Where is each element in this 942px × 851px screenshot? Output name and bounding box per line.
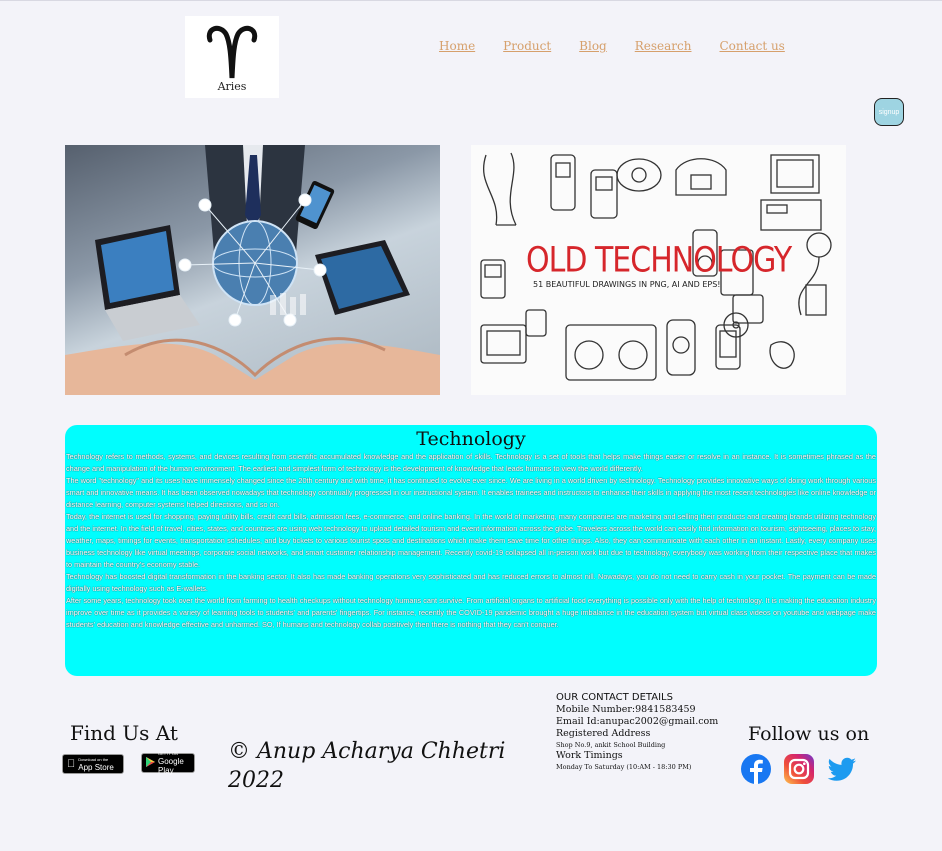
contact-details: OUR CONTACT DETAILS Mobile Number:984158…: [556, 692, 718, 772]
technology-heading: Technology: [416, 428, 526, 450]
contact-timings: Monday To Saturday (10:AM - 18:30 PM): [556, 763, 692, 771]
technology-paragraph: Technology refers to methods, systems, a…: [66, 452, 876, 473]
instagram-icon[interactable]: [783, 753, 815, 785]
contact-heading: OUR CONTACT DETAILS: [556, 692, 673, 703]
nav-research[interactable]: Research: [635, 39, 692, 53]
nav-product[interactable]: Product: [503, 39, 551, 53]
technology-paragraph: Today, the internet is used for shopping…: [66, 512, 876, 569]
google-play-icon: [146, 756, 155, 770]
app-store-big: App Store: [70, 762, 114, 772]
signup-button[interactable]: signup: [874, 98, 904, 126]
copyright-text: © Anup Acharya Chhetri 2022: [228, 739, 506, 793]
find-us-heading: Find Us At: [70, 721, 178, 745]
technology-hands-image: [65, 145, 440, 395]
logo-text: Aries: [217, 80, 247, 93]
old-technology-title: OLD TECHNOLOGY: [526, 240, 792, 281]
contact-address-label: Registered Address: [556, 728, 651, 739]
contact-timings-label: Work Timings: [556, 750, 623, 761]
old-technology-subtitle: 51 BEAUTIFUL DRAWINGS IN PNG, AI AND EPS…: [533, 280, 721, 289]
technology-section: Technology Technology refers to methods,…: [65, 425, 877, 676]
technology-paragraph: After some years, technology took over t…: [66, 596, 876, 629]
twitter-icon[interactable]: [826, 753, 858, 785]
app-store-badge[interactable]:  Download on the App Store: [62, 754, 124, 774]
main-nav: Home Product Blog Research Contact us: [439, 39, 813, 53]
nav-blog[interactable]: Blog: [579, 39, 607, 53]
nav-contact-us[interactable]: Contact us: [719, 39, 784, 53]
nav-home[interactable]: Home: [439, 39, 475, 53]
aries-symbol-icon: [206, 25, 258, 79]
logo[interactable]: Aries: [185, 16, 279, 98]
apple-icon: : [67, 758, 75, 770]
technology-paragraph: Technology has boosted digital transform…: [66, 572, 876, 593]
google-play-badge[interactable]: GET IT ON Google Play: [141, 751, 195, 775]
contact-email: Email Id:anupac2002@gmail.com: [556, 716, 719, 727]
contact-mobile: Mobile Number:9841583459: [556, 704, 696, 715]
facebook-icon[interactable]: [740, 753, 772, 785]
old-technology-image: OLD TECHNOLOGY 51 BEAUTIFUL DRAWINGS IN …: [471, 145, 846, 395]
google-play-big: Google Play: [158, 757, 184, 775]
technology-paragraph: The word "technology" and its uses have …: [66, 476, 876, 509]
contact-address: Shop No.9, ankit School Building: [556, 741, 666, 749]
follow-us-heading: Follow us on: [748, 723, 870, 745]
